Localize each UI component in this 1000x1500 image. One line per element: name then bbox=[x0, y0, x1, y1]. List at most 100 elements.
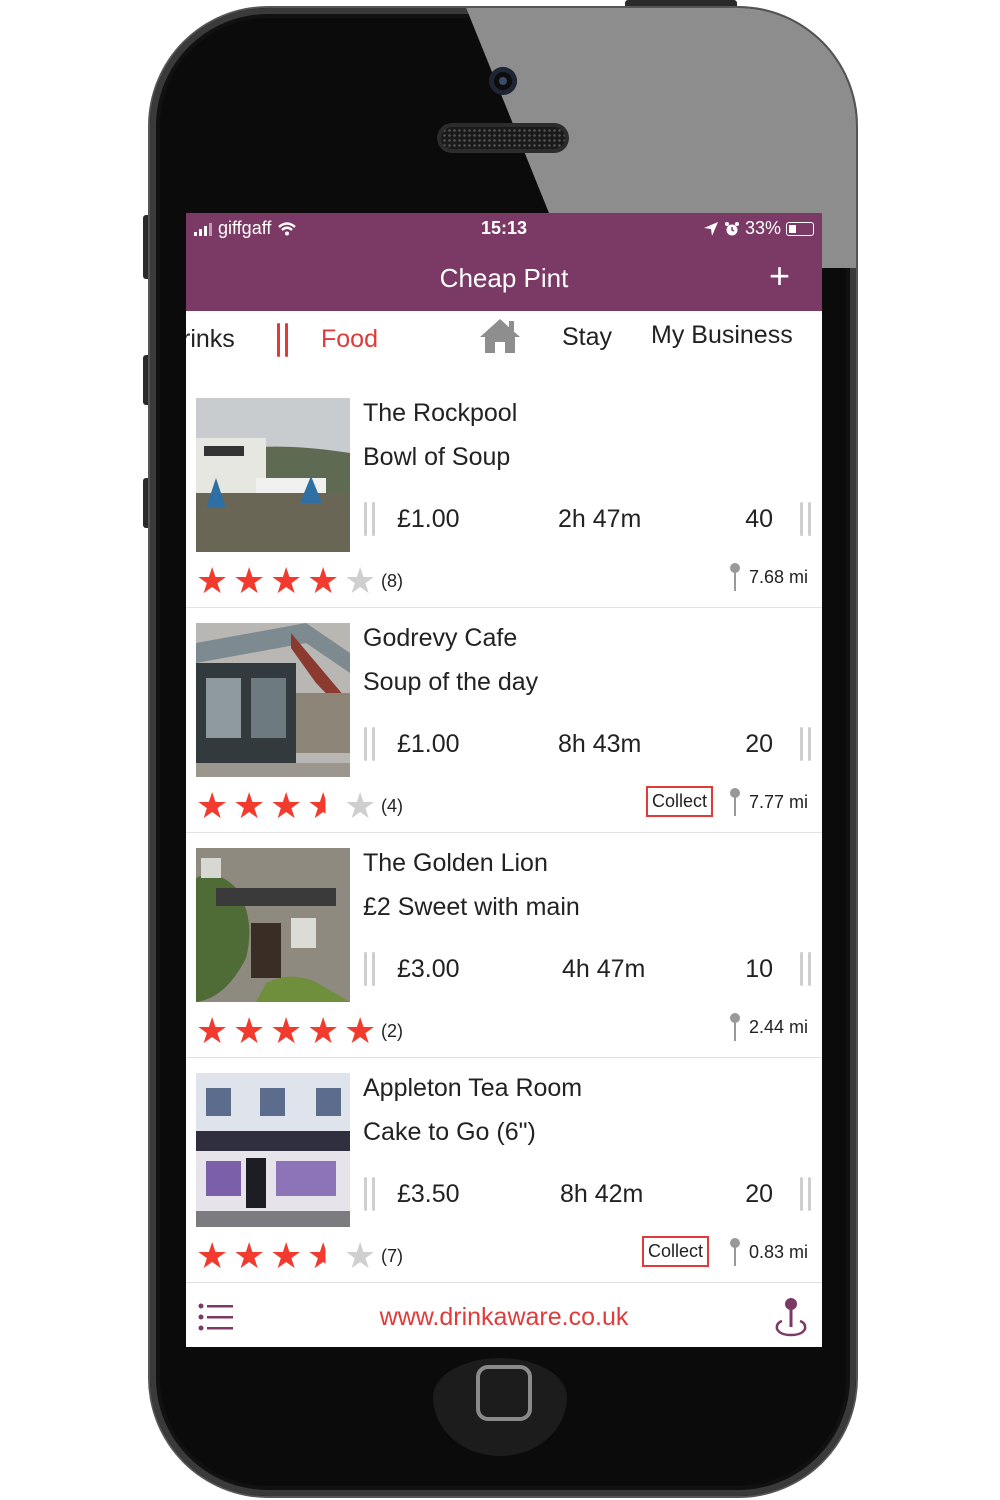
status-bar: giffgaff 15:13 33% bbox=[186, 213, 822, 245]
battery-percent: 33% bbox=[744, 218, 781, 238]
distance: 7.68 mi bbox=[729, 563, 808, 591]
tab-stay[interactable]: Stay bbox=[562, 323, 612, 352]
star-icon: ★ bbox=[233, 1235, 266, 1276]
star-icon: ★ bbox=[307, 560, 340, 601]
pin-icon bbox=[729, 563, 740, 591]
page-title: Cheap Pint bbox=[439, 263, 569, 293]
location-arrow-icon bbox=[703, 221, 718, 236]
map-pin-icon[interactable] bbox=[774, 1297, 808, 1337]
star-icon: ★ bbox=[307, 1010, 340, 1051]
rating-count: (7) bbox=[381, 1245, 403, 1266]
list-item[interactable]: Godrevy Cafe Soup of the day £1.00 8h 43… bbox=[186, 608, 822, 833]
star-icon: ★ bbox=[270, 560, 303, 601]
distance: 2.44 mi bbox=[729, 1013, 808, 1041]
quantity: 20 bbox=[745, 730, 773, 758]
star-icon: ★ bbox=[344, 1235, 377, 1276]
star-icon: ★ bbox=[196, 785, 229, 826]
tab-drinks-label: rinks bbox=[186, 325, 235, 353]
venue-name: The Rockpool bbox=[363, 399, 518, 427]
cutlery-icon bbox=[364, 727, 375, 761]
venue-photo bbox=[196, 398, 350, 552]
earpiece-speaker bbox=[437, 123, 569, 153]
star-icon: ★ bbox=[233, 1010, 266, 1051]
distance-value: 7.68 mi bbox=[748, 566, 808, 587]
star-icon: ★ bbox=[196, 1235, 229, 1276]
time-remaining: 8h 42m bbox=[560, 1180, 644, 1208]
home-button-square bbox=[476, 1365, 532, 1421]
rating-count: (4) bbox=[381, 795, 403, 816]
alarm-icon bbox=[724, 221, 739, 235]
distance: 0.83 mi bbox=[729, 1238, 808, 1266]
deal-name: Cake to Go (6") bbox=[363, 1118, 536, 1146]
front-camera bbox=[489, 67, 517, 95]
venue-name: Godrevy Cafe bbox=[363, 624, 518, 652]
star-icon: ★ bbox=[233, 560, 266, 601]
status-right: 33% bbox=[703, 218, 814, 239]
tab-food[interactable]: Food bbox=[321, 325, 378, 354]
star-icon: ★ bbox=[233, 785, 266, 826]
deal-details: £1.00 8h 43m 20 bbox=[363, 724, 813, 764]
rating-count: (8) bbox=[381, 570, 403, 591]
cutlery-icon bbox=[364, 952, 375, 986]
price: £3.50 bbox=[397, 1180, 460, 1208]
deal-details: £1.00 2h 47m 40 bbox=[363, 499, 813, 539]
quantity: 10 bbox=[745, 955, 773, 983]
distance-value: 0.83 mi bbox=[748, 1241, 808, 1262]
app-screen: giffgaff 15:13 33% Cheap Pint + rinks Fo… bbox=[186, 213, 822, 1347]
distance-value: 7.77 mi bbox=[748, 791, 808, 812]
venue-photo bbox=[196, 1073, 350, 1227]
price: £1.00 bbox=[397, 505, 460, 533]
drinkaware-link[interactable]: www.drinkaware.co.uk bbox=[186, 1303, 822, 1332]
distance: 7.77 mi bbox=[729, 788, 808, 816]
list-item[interactable]: Appleton Tea Room Cake to Go (6") £3.50 … bbox=[186, 1058, 822, 1283]
rating-count: (2) bbox=[381, 1020, 403, 1041]
star-icon: ★ bbox=[344, 785, 377, 826]
list-item[interactable]: The Golden Lion £2 Sweet with main £3.00… bbox=[186, 833, 822, 1058]
add-button[interactable]: + bbox=[769, 258, 790, 294]
deal-details: £3.00 4h 47m 10 bbox=[363, 949, 813, 989]
pin-icon bbox=[729, 1238, 740, 1266]
fork-knife-icon bbox=[277, 323, 288, 357]
venue-photo bbox=[196, 848, 350, 1002]
star-icon: ★ bbox=[344, 560, 377, 601]
tab-my-business[interactable]: My Business bbox=[651, 321, 793, 350]
star-icon: ★ bbox=[270, 1010, 303, 1051]
deal-name: Soup of the day bbox=[363, 668, 539, 696]
deal-details: £3.50 8h 42m 20 bbox=[363, 1174, 813, 1214]
cutlery-icon bbox=[364, 502, 375, 536]
list-item[interactable]: The Rockpool Bowl of Soup £1.00 2h 47m 4… bbox=[186, 383, 822, 608]
battery-icon bbox=[786, 221, 814, 236]
collect-badge: Collect bbox=[642, 1236, 710, 1267]
venue-name: Appleton Tea Room bbox=[363, 1074, 583, 1102]
cutlery-icon bbox=[800, 502, 811, 536]
star-rating: ★ ★ ★ ★ ★ (7) bbox=[196, 1238, 403, 1274]
footer-bar: www.drinkaware.co.uk bbox=[186, 1283, 822, 1347]
cutlery-icon bbox=[800, 952, 811, 986]
cutlery-icon bbox=[800, 1177, 811, 1211]
pin-icon bbox=[729, 1013, 740, 1041]
deal-list: The Rockpool Bowl of Soup £1.00 2h 47m 4… bbox=[186, 383, 822, 1283]
star-half-icon: ★ bbox=[307, 788, 344, 824]
tab-stay-label: Stay bbox=[562, 323, 613, 351]
star-icon: ★ bbox=[270, 1235, 303, 1276]
venue-name: The Golden Lion bbox=[363, 849, 548, 877]
star-icon: ★ bbox=[196, 1010, 229, 1051]
pin-icon bbox=[729, 788, 740, 816]
nav-bar: Cheap Pint + bbox=[186, 245, 822, 311]
star-half-icon: ★ bbox=[307, 1238, 344, 1274]
home-icon[interactable] bbox=[478, 317, 522, 355]
price: £1.00 bbox=[397, 730, 460, 758]
star-rating: ★ ★ ★ ★ ★ (2) bbox=[196, 1013, 403, 1049]
time-remaining: 2h 47m bbox=[558, 505, 642, 533]
time-remaining: 8h 43m bbox=[558, 730, 642, 758]
collect-badge: Collect bbox=[646, 786, 714, 817]
star-icon: ★ bbox=[344, 1010, 377, 1051]
tab-drinks[interactable]: rinks bbox=[186, 325, 235, 354]
star-icon: ★ bbox=[270, 785, 303, 826]
tab-my-business-label: My Business bbox=[651, 321, 793, 349]
star-icon: ★ bbox=[196, 560, 229, 601]
star-rating: ★ ★ ★ ★ ★ (8) bbox=[196, 563, 403, 599]
cutlery-icon bbox=[364, 1177, 375, 1211]
quantity: 20 bbox=[745, 1180, 773, 1208]
quantity: 40 bbox=[745, 505, 773, 533]
